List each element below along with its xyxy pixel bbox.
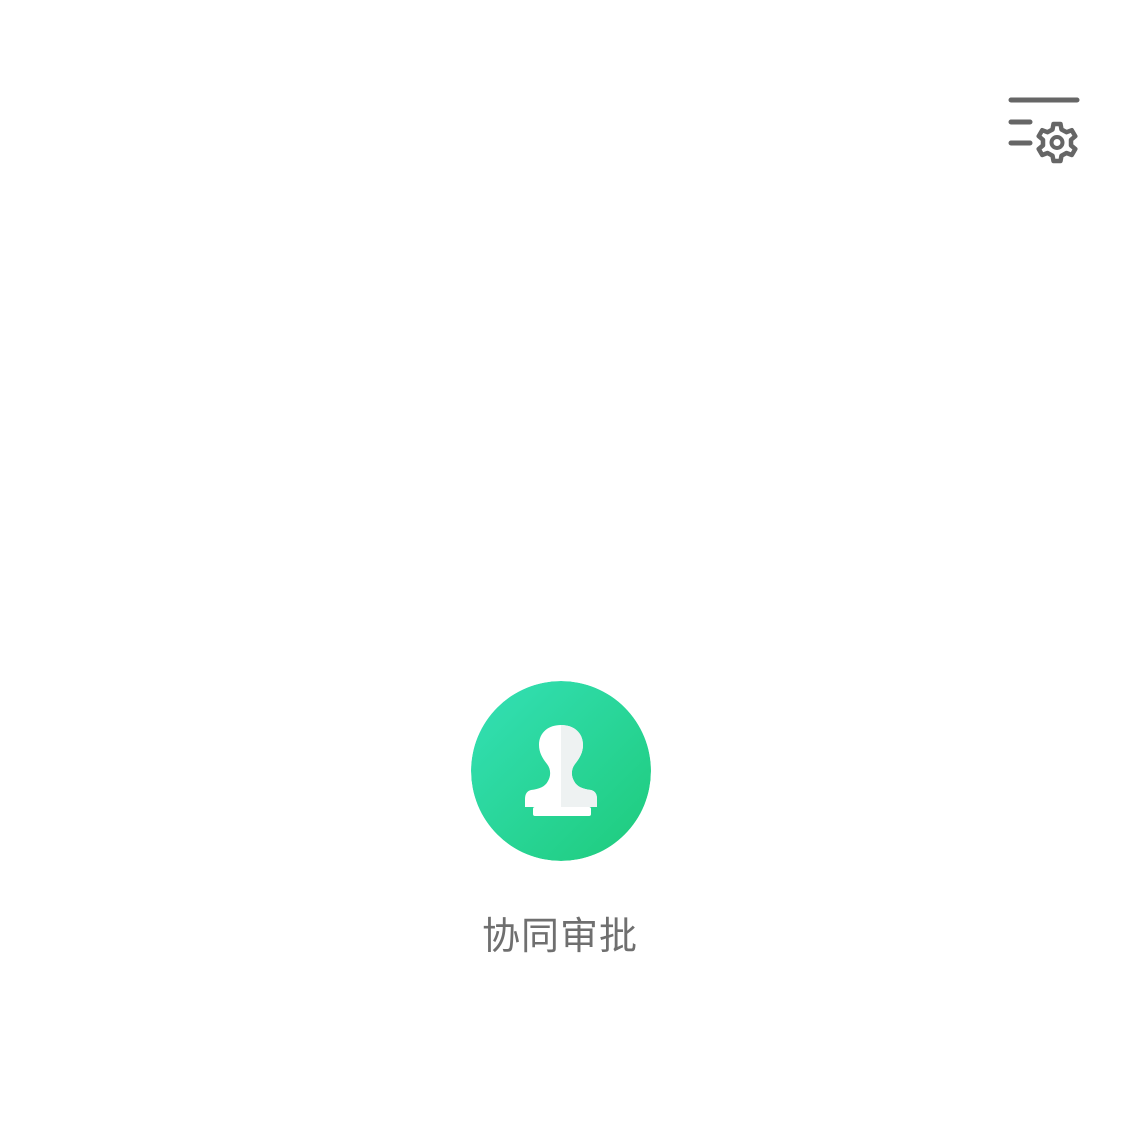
app-tile-collaborative-approval[interactable]: 协同审批 xyxy=(462,670,662,970)
list-settings-icon xyxy=(1008,97,1080,164)
app-label: 协同审批 xyxy=(481,914,638,958)
list-settings-button[interactable] xyxy=(1000,88,1090,168)
stamp-icon xyxy=(471,681,651,861)
